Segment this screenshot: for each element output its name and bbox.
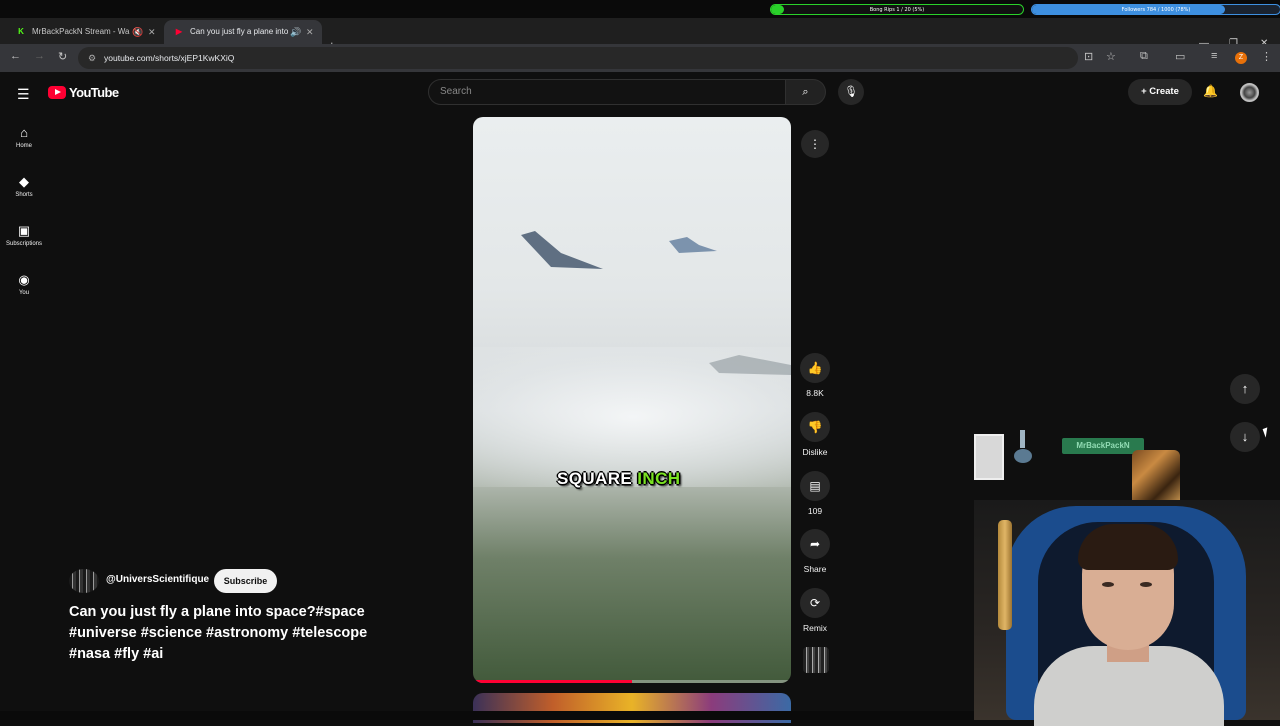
short-video-player[interactable]: SQUARE INCH [473, 117, 791, 683]
tab-stream[interactable]: K MrBackPackN Stream - Wa 🔇 ✕ [6, 20, 158, 44]
tab-close-icon[interactable]: ✕ [306, 20, 314, 44]
you-icon: ◉ [18, 272, 30, 287]
followers-progress-bar: Followers 784 / 1000 (78%) [1031, 4, 1280, 15]
more-options-icon[interactable]: ⋮ [801, 130, 829, 158]
mountain-ridge-image [709, 355, 791, 375]
remix-label: Remix [802, 623, 828, 633]
kick-favicon-icon: K [18, 27, 24, 36]
subscribe-button[interactable]: Subscribe [214, 569, 277, 593]
bong-rips-label: Bong Rips 1 / 20 (5%) [869, 7, 925, 13]
comments-button[interactable]: ▤ 109 [795, 471, 835, 516]
install-app-icon[interactable]: ⊡ [1084, 50, 1093, 63]
site-info-icon[interactable]: ⚙ [88, 47, 96, 69]
subscriptions-icon: ▣ [17, 223, 31, 238]
reload-icon[interactable]: ↻ [58, 50, 67, 63]
sidebar-item-label: Subscriptions [5, 241, 43, 247]
bookmark-star-icon[interactable]: ☆ [1106, 50, 1116, 63]
tab-youtube-short[interactable]: ▶ Can you just fly a plane into space? 🔊… [164, 20, 322, 44]
profile-avatar[interactable]: Z [1235, 52, 1247, 64]
followers-label: Followers 784 / 1000 (78%) [1121, 7, 1191, 13]
streamer-hair [1078, 524, 1178, 570]
notifications-bell-icon[interactable]: 🔔 [1203, 84, 1218, 98]
comment-count: 109 [807, 506, 823, 516]
dislike-label: Dislike [802, 447, 828, 457]
sidebar-item-label: Home [15, 143, 32, 149]
channel-avatar[interactable] [69, 569, 99, 593]
arrow-up-icon: ↑ [1241, 381, 1249, 396]
remix-icon: ⟳ [800, 588, 830, 618]
tab-title: MrBackPackN Stream - Wa [32, 27, 130, 36]
sidebar-item-label: Shorts [15, 192, 33, 198]
previous-short-button[interactable]: ↑ [1230, 374, 1260, 404]
dislike-button[interactable]: 👎 Dislike [795, 412, 835, 457]
tab-title: Can you just fly a plane into space? [190, 27, 290, 36]
channel-handle[interactable]: @UniversScientifique [106, 574, 209, 585]
extensions-icon[interactable]: ⧉ [1140, 50, 1148, 63]
account-avatar[interactable] [1240, 83, 1259, 102]
comment-icon: ▤ [800, 471, 830, 501]
speaker-icon[interactable]: 🔊 [290, 20, 301, 44]
caption-highlight-word: INCH [637, 469, 681, 488]
sound-thumbnail[interactable] [803, 647, 829, 673]
muted-speaker-icon[interactable]: 🔇 [132, 20, 143, 44]
side-panel-icon[interactable]: ▭ [1175, 50, 1185, 63]
create-button[interactable]: + Create [1128, 79, 1192, 105]
sidebar-item-subscriptions[interactable]: ▣ Subscriptions [0, 223, 48, 247]
youtube-play-icon [48, 86, 66, 99]
video-caption: SQUARE INCH [557, 469, 680, 489]
like-icon: 👍 [800, 353, 830, 383]
next-short-button[interactable]: ↓ [1230, 422, 1260, 452]
tab-close-icon[interactable]: ✕ [148, 20, 156, 44]
create-label: Create [1149, 86, 1179, 97]
dislike-icon: 👎 [800, 412, 830, 442]
search-button[interactable]: ⌕ [786, 79, 826, 105]
streamer-webcam [974, 500, 1280, 726]
share-label: Share [803, 564, 827, 574]
like-button[interactable]: 👍 8.8K [795, 353, 835, 398]
media-controls-icon[interactable]: ≡ [1211, 50, 1217, 62]
search-input[interactable]: Search [428, 79, 786, 105]
search-icon: ⌕ [802, 86, 809, 98]
microphone-icon: 🎙 [844, 86, 858, 98]
browser-tab-bar: K MrBackPackN Stream - Wa 🔇 ✕ ▶ Can you … [0, 18, 1280, 53]
short-title[interactable]: Can you just fly a plane into space?#spa… [69, 602, 399, 665]
sidebar-item-label: You [18, 290, 30, 296]
overlay-sticker-image [974, 434, 1004, 480]
browser-toolbar: ← → ↻ ⚙ youtube.com/shorts/xjEP1KwKXiQ ⊡… [0, 44, 1280, 72]
youtube-logo-text: YouTube [69, 85, 119, 100]
stream-overlay-strip: Bong Rips 1 / 20 (5%) Followers 784 / 10… [0, 0, 1280, 18]
back-icon[interactable]: ← [10, 50, 21, 62]
sidebar-item-shorts[interactable]: ◆ Shorts [0, 174, 48, 198]
mountain-peak-image [669, 237, 717, 253]
remix-button[interactable]: ⟳ Remix [795, 588, 835, 633]
bottom-strip [0, 711, 974, 720]
url-text: youtube.com/shorts/xjEP1KwKXiQ [104, 53, 235, 63]
like-count: 8.8K [806, 388, 824, 398]
overlay-bong-sticker [1014, 430, 1032, 463]
youtube-favicon-icon: ▶ [175, 27, 183, 36]
hamburger-menu-icon[interactable]: ☰ [17, 86, 30, 103]
video-progress-bar[interactable] [473, 680, 791, 683]
browser-menu-icon[interactable]: ⋮ [1261, 50, 1272, 63]
share-button[interactable]: ➦ Share [795, 529, 835, 574]
sidebar-item-you[interactable]: ◉ You [0, 272, 48, 296]
sidebar-item-home[interactable]: ⌂ Home [0, 125, 48, 149]
streamer-eye [1140, 582, 1152, 587]
shorts-icon: ◆ [19, 174, 29, 189]
forward-icon[interactable]: → [34, 50, 45, 62]
voice-search-button[interactable]: 🎙 [838, 79, 864, 105]
streamer-name-tag: MrBackPackN [1062, 438, 1144, 454]
arrow-down-icon: ↓ [1241, 429, 1249, 444]
streamer-eye [1102, 582, 1114, 587]
share-icon: ➦ [800, 529, 830, 559]
bottle-sticker-image [998, 520, 1012, 630]
home-icon: ⌂ [20, 125, 28, 140]
mountain-peak-image [521, 231, 603, 269]
caption-word: SQUARE [557, 469, 633, 488]
address-bar[interactable]: ⚙ youtube.com/shorts/xjEP1KwKXiQ [78, 47, 1078, 69]
bong-rips-progress-bar: Bong Rips 1 / 20 (5%) [770, 4, 1024, 15]
